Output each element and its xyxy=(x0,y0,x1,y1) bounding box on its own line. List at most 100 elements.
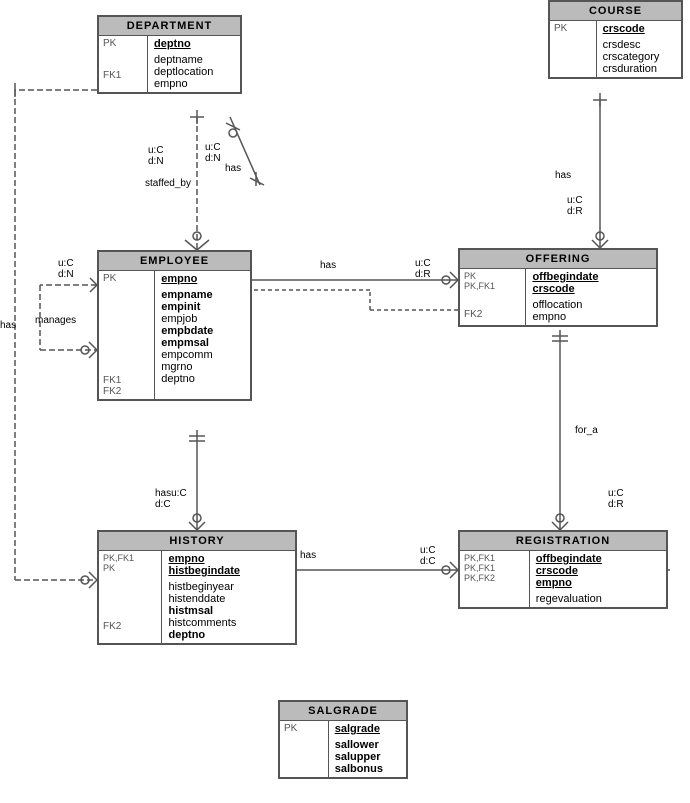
offering-fields-row: FK2 offlocation empno xyxy=(460,297,656,325)
history-title: HISTORY xyxy=(99,532,295,551)
entity-offering: OFFERING PKPK,FK1 offbegindate crscode F… xyxy=(458,248,658,327)
salgrade-title: SALGRADE xyxy=(280,702,406,721)
course-pk-key: PK xyxy=(550,21,597,37)
has-hist-label: has xyxy=(300,550,316,561)
employee-empinit: empinit xyxy=(161,301,244,313)
notation-uc-dn-2: u:Cd:N xyxy=(205,142,221,164)
history-body: PK,FK1PK empno histbegindate FK2 histbeg… xyxy=(99,551,295,643)
notation-uc-dc-hist: u:Cd:C xyxy=(420,545,436,567)
has-emp-off-label: has xyxy=(320,260,336,271)
employee-fk-keys: FK1FK2 xyxy=(99,287,155,399)
offering-crscode: crscode xyxy=(532,283,650,295)
offering-offbegindate: offbegindate xyxy=(532,271,650,283)
offering-fk2-key: FK2 xyxy=(460,297,526,325)
erd-diagram: staffed_by has has has manages has for_a… xyxy=(0,0,690,803)
department-deptno: deptno xyxy=(154,38,234,50)
history-histenddate: histenddate xyxy=(168,593,289,605)
history-histbegindate: histbegindate xyxy=(168,565,289,577)
registration-title: REGISTRATION xyxy=(460,532,666,551)
salgrade-body: PK salgrade sallower salupper salbonus xyxy=(280,721,406,777)
history-fields-row: FK2 histbeginyear histenddate histmsal h… xyxy=(99,579,295,643)
for-a-label: for_a xyxy=(575,425,598,436)
salgrade-pk-key: PK xyxy=(280,721,329,737)
notation-uc-dr-2: u:Cd:R xyxy=(567,195,583,217)
salgrade-pk-field: salgrade xyxy=(329,721,406,737)
employee-mgrno: mgrno xyxy=(161,361,244,373)
manages-label: manages xyxy=(35,315,76,326)
connector-layer xyxy=(0,0,690,803)
entity-salgrade: SALGRADE PK salgrade sallower salupper s… xyxy=(278,700,408,779)
offering-empno: empno xyxy=(532,311,650,323)
notation-uc-dn-emp: u:Cd:N xyxy=(58,258,74,280)
offering-title: OFFERING xyxy=(460,250,656,269)
registration-offbegindate: offbegindate xyxy=(536,553,660,565)
entity-employee: EMPLOYEE PK empno FK1FK2 empname empinit… xyxy=(97,250,252,401)
offering-offlocation: offlocation xyxy=(532,299,650,311)
course-crsdesc: crsdesc xyxy=(603,39,675,51)
salgrade-fields-row: sallower salupper salbonus xyxy=(280,737,406,777)
department-fields-row: FK1 deptname deptlocation empno xyxy=(99,52,240,92)
department-empno: empno xyxy=(154,78,234,90)
course-title: COURSE xyxy=(550,2,681,21)
entity-history: HISTORY PK,FK1PK empno histbegindate FK2… xyxy=(97,530,297,645)
employee-empcomm: empcomm xyxy=(161,349,244,361)
course-crscategory: crscategory xyxy=(603,51,675,63)
notation-uc-dn-1: u:Cd:N xyxy=(148,145,164,167)
registration-fields: regevaluation xyxy=(530,591,666,607)
registration-crscode: crscode xyxy=(536,565,660,577)
history-deptno: deptno xyxy=(168,629,289,641)
history-fields: histbeginyear histenddate histmsal histc… xyxy=(162,579,295,643)
salgrade-salgrade: salgrade xyxy=(335,723,400,735)
offering-pk-fields: offbegindate crscode xyxy=(526,269,656,297)
entity-department: DEPARTMENT PK deptno FK1 deptname deptlo… xyxy=(97,15,242,94)
registration-fields-row: regevaluation xyxy=(460,591,666,607)
registration-body: PK,FK1PK,FK1PK,FK2 offbegindate crscode … xyxy=(460,551,666,607)
employee-empno: empno xyxy=(161,273,244,285)
course-fields: crsdesc crscategory crsduration xyxy=(597,37,681,77)
employee-pk-row: PK empno xyxy=(99,271,250,287)
department-deptname: deptname xyxy=(154,54,234,66)
employee-body: PK empno FK1FK2 empname empinit empjob e… xyxy=(99,271,250,399)
course-pk-field: crscode xyxy=(597,21,681,37)
registration-pk-fields: offbegindate crscode empno xyxy=(530,551,666,591)
notation-uc-dr-1: u:Cd:R xyxy=(415,258,431,280)
salgrade-fields: sallower salupper salbonus xyxy=(329,737,406,777)
salgrade-empty-key xyxy=(280,737,329,777)
employee-empmsal: empmsal xyxy=(161,337,244,349)
history-fk2-key: FK2 xyxy=(99,579,162,643)
registration-pk-keys: PK,FK1PK,FK1PK,FK2 xyxy=(460,551,530,591)
history-histmsal: histmsal xyxy=(168,605,289,617)
course-crscode: crscode xyxy=(603,23,675,35)
has-course-label: has xyxy=(555,170,571,181)
employee-empbdate: empbdate xyxy=(161,325,244,337)
department-title: DEPARTMENT xyxy=(99,17,240,36)
history-pk-row: PK,FK1PK empno histbegindate xyxy=(99,551,295,579)
employee-empjob: empjob xyxy=(161,313,244,325)
employee-fields: empname empinit empjob empbdate empmsal … xyxy=(155,287,250,399)
notation-uc-dr-reg: u:Cd:R xyxy=(608,488,624,510)
department-body: PK deptno FK1 deptname deptlocation empn… xyxy=(99,36,240,92)
course-fields-row: crsdesc crscategory crsduration xyxy=(550,37,681,77)
employee-empname: empname xyxy=(161,289,244,301)
history-empno: empno xyxy=(168,553,289,565)
department-fields: deptname deptlocation empno xyxy=(148,52,240,92)
registration-pk-row: PK,FK1PK,FK1PK,FK2 offbegindate crscode … xyxy=(460,551,666,591)
registration-regevaluation: regevaluation xyxy=(536,593,660,605)
course-body: PK crscode crsdesc crscategory crsdurati… xyxy=(550,21,681,77)
course-crsduration: crsduration xyxy=(603,63,675,75)
course-empty-key xyxy=(550,37,597,77)
employee-pk-key: PK xyxy=(99,271,155,287)
offering-fields: offlocation empno xyxy=(526,297,656,325)
entity-registration: REGISTRATION PK,FK1PK,FK1PK,FK2 offbegin… xyxy=(458,530,668,609)
entity-course: COURSE PK crscode crsdesc crscategory cr… xyxy=(548,0,683,79)
department-pk-key: PK xyxy=(99,36,148,52)
offering-pk-row: PKPK,FK1 offbegindate crscode xyxy=(460,269,656,297)
notation-hasu-dc: hasu:Cd:C xyxy=(155,488,187,510)
department-fk1-key: FK1 xyxy=(99,52,148,92)
department-pk-row: PK deptno xyxy=(99,36,240,52)
employee-fields-row: FK1FK2 empname empinit empjob empbdate e… xyxy=(99,287,250,399)
registration-empno: empno xyxy=(536,577,660,589)
employee-pk-field: empno xyxy=(155,271,250,287)
salgrade-salupper: salupper xyxy=(335,751,400,763)
offering-body: PKPK,FK1 offbegindate crscode FK2 offloc… xyxy=(460,269,656,325)
